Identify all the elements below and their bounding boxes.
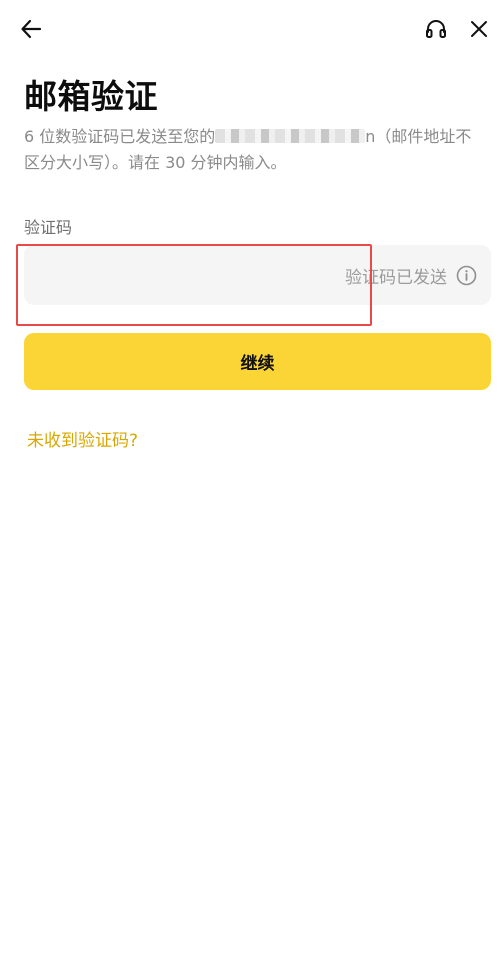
back-button[interactable] [14, 12, 48, 46]
page-title: 邮箱验证 [24, 77, 158, 116]
masked-email [215, 129, 366, 143]
continue-button[interactable]: 继续 [24, 333, 491, 390]
customer-support-button[interactable] [419, 12, 453, 46]
verification-code-input[interactable] [24, 245, 345, 305]
info-button[interactable] [455, 264, 477, 286]
headset-icon [426, 20, 446, 38]
email-verification-page: 邮箱验证 6 位数验证码已发送至您的 n（邮件地址不区分大小写）。请在 30 分钟… [0, 0, 500, 972]
code-sent-status: 验证码已发送 [345, 267, 447, 288]
close-button[interactable] [462, 12, 496, 46]
description-text: 6 位数验证码已发送至您的 [24, 127, 216, 146]
code-field-label: 验证码 [24, 218, 73, 237]
no-code-received-link[interactable]: 未收到验证码? [27, 426, 138, 451]
verification-description: 6 位数验证码已发送至您的 n（邮件地址不区分大小写）。请在 30 分钟内输入。 [24, 124, 486, 176]
info-icon [456, 265, 476, 285]
code-field: 验证码已发送 [24, 245, 491, 305]
top-bar [0, 12, 500, 46]
close-icon [471, 21, 487, 37]
email-suffix: n [365, 127, 376, 146]
arrow-left-icon [21, 19, 42, 39]
